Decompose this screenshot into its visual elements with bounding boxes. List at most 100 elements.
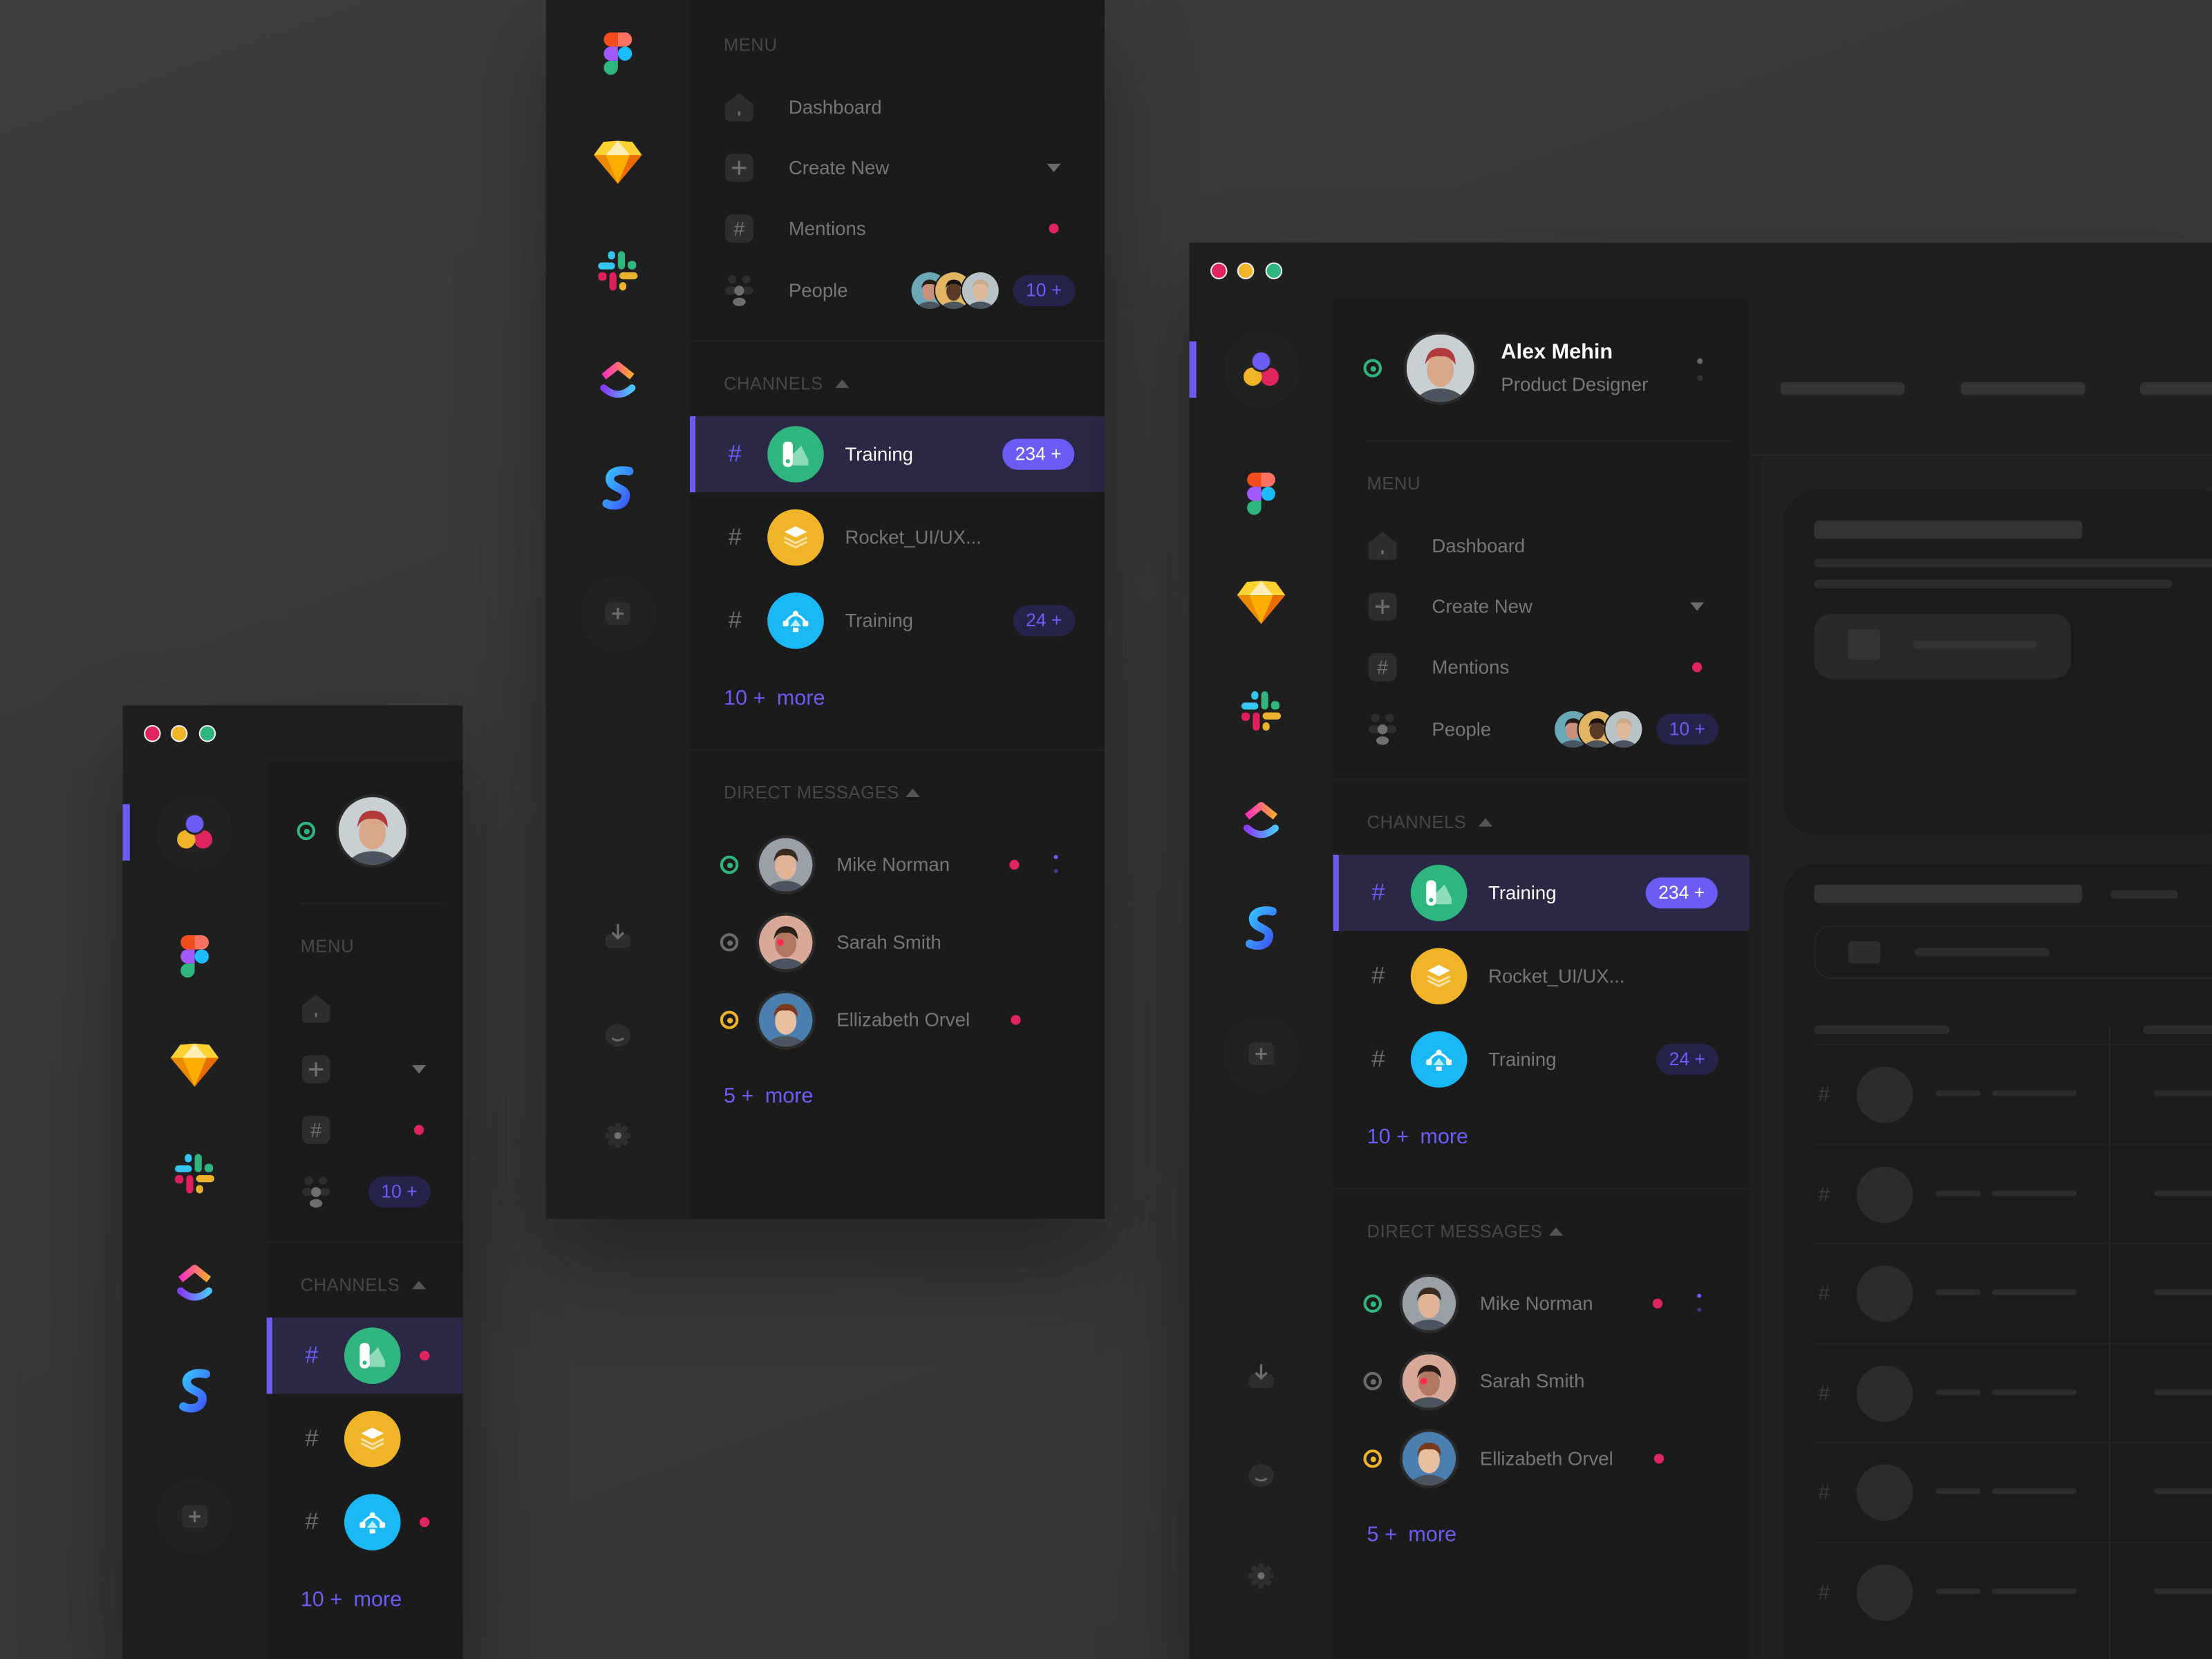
channel-row[interactable]: # Training 234 + [1333,854,1750,931]
settings-gear-icon[interactable] [605,1123,631,1149]
dm-options-icon[interactable] [1053,854,1058,874]
menu-item-dashboard[interactable] [267,980,463,1037]
dm-row[interactable]: Mike Norman [1333,1268,1750,1339]
dm-more-link[interactable]: 5 + more [724,1084,814,1108]
table-row-placeholder[interactable]: # [1814,1541,2212,1642]
chevron-up-icon[interactable] [411,1281,427,1290]
close-button[interactable] [1210,262,1228,280]
channel-row[interactable]: # [266,1318,463,1394]
menu-item-mentions[interactable]: # Mentions [1333,639,1750,695]
table-row-placeholder[interactable]: # [1814,1342,2212,1443]
menu-item-mentions[interactable]: # [267,1102,463,1159]
figma-icon[interactable] [603,32,632,75]
channel-row[interactable]: # Training 234 + [689,416,1105,493]
menu-item-people[interactable]: 10 + [267,1164,463,1221]
dm-header[interactable]: DIRECT MESSAGES [724,779,1006,807]
chevron-down-icon[interactable] [1689,602,1705,611]
row-text-placeholder [1935,1289,1981,1295]
dm-row[interactable]: Sarah Smith [690,907,1105,977]
s-app-icon[interactable] [599,465,636,510]
smile-icon[interactable] [1248,1464,1274,1488]
channels-more-link[interactable]: 10 + more [1367,1125,1469,1150]
chevron-down-icon[interactable] [411,1065,427,1074]
smile-icon[interactable] [605,1024,631,1047]
table-row-placeholder[interactable]: # [1814,1143,2212,1244]
dm-header[interactable]: DIRECT MESSAGES [1367,1217,1649,1246]
s-app-icon[interactable] [176,1369,213,1414]
channel-row[interactable]: # Training 24 + [690,583,1105,659]
clickup-icon[interactable] [1240,798,1282,841]
maximize-button[interactable] [1265,262,1283,280]
channel-row[interactable]: # Rocket_UI/UX... [1333,938,1750,1014]
menu-item-dashboard[interactable]: Dashboard [1333,518,1750,574]
channels-header[interactable]: CHANNELS [1367,808,1579,836]
chevron-up-icon[interactable] [835,379,850,388]
channel-row[interactable]: # [267,1484,463,1560]
workspace-logo-icon[interactable] [174,813,216,852]
slack-icon[interactable] [1240,690,1282,732]
channels-header[interactable]: CHANNELS [301,1271,463,1300]
download-icon[interactable] [1248,1362,1274,1389]
menu-item-people[interactable]: People 10 + [690,263,1105,319]
card-button-placeholder[interactable] [1814,613,2071,679]
dm-row[interactable]: Ellizabeth Orvel [690,984,1105,1055]
nav-tab-placeholder[interactable] [1780,382,1905,395]
dm-options-icon[interactable] [1697,1293,1702,1312]
channel-avatar [344,1327,401,1385]
slack-icon[interactable] [597,250,639,292]
search-box-placeholder[interactable] [1814,925,2212,980]
sketch-icon[interactable] [170,1043,219,1087]
add-app-icon[interactable] [1248,1042,1274,1065]
sketch-icon[interactable] [1237,581,1286,624]
maximize-button[interactable] [198,724,216,742]
channels-header[interactable]: CHANNELS [724,370,935,398]
minimize-button[interactable] [1237,262,1255,280]
menu-item-label: Dashboard [788,96,882,118]
chevron-down-icon[interactable] [1047,163,1061,172]
channel-row[interactable]: # [267,1401,463,1477]
table-row-placeholder[interactable]: # [1814,1242,2212,1343]
add-app-icon[interactable] [182,1505,207,1528]
menu-item-people[interactable]: People 10 + [1333,701,1750,758]
menu-item-create-new[interactable]: Create New [1333,579,1750,635]
chevron-up-icon[interactable] [1548,1227,1564,1236]
channels-more-link[interactable]: 10 + more [301,1588,402,1612]
dm-name: Ellizabeth Orvel [836,1009,971,1031]
chevron-up-icon[interactable] [906,788,920,798]
settings-gear-icon[interactable] [1248,1563,1274,1588]
slack-icon[interactable] [174,1152,216,1194]
user-avatar[interactable] [1403,331,1477,405]
workspace-logo-icon[interactable] [1240,350,1282,389]
chevron-up-icon[interactable] [1478,818,1493,827]
s-app-icon[interactable] [1243,906,1280,950]
more-label: more [353,1587,402,1612]
add-app-icon[interactable] [605,602,631,626]
minimize-button[interactable] [170,724,188,742]
download-icon[interactable] [605,923,631,948]
figma-icon[interactable] [180,935,209,978]
table-row-placeholder[interactable]: # [1814,1044,2212,1144]
channels-more-link[interactable]: 10 + more [724,686,825,711]
nav-tab-placeholder[interactable] [2139,382,2212,395]
close-button[interactable] [144,724,161,742]
user-avatar[interactable] [335,794,409,868]
sketch-icon[interactable] [594,140,642,184]
user-options-icon[interactable] [1697,358,1703,382]
menu-item-create-new[interactable] [267,1041,463,1098]
clickup-icon[interactable] [174,1261,216,1303]
channel-row[interactable]: # Rocket_UI/UX... [690,499,1105,575]
dm-more-link[interactable]: 5 + more [1367,1523,1457,1547]
figma-icon[interactable] [1247,472,1275,515]
dm-row[interactable]: Mike Norman [690,830,1105,900]
menu-item-dashboard[interactable]: Dashboard [690,79,1105,135]
table-row-placeholder[interactable]: # [1814,1441,2212,1542]
menu-item-mentions[interactable]: # Mentions [690,200,1105,257]
nav-tab-placeholder[interactable] [1960,382,2086,395]
clickup-icon[interactable] [597,358,639,400]
channel-row[interactable]: # Training 24 + [1333,1022,1750,1098]
menu-item-create-new[interactable]: Create New [690,140,1105,196]
dm-row[interactable]: Sarah Smith [1333,1346,1750,1416]
dm-row[interactable]: Ellizabeth Orvel [1333,1423,1750,1494]
row-text-placeholder [1935,1190,1981,1196]
row-text-placeholder [1935,1090,1981,1096]
